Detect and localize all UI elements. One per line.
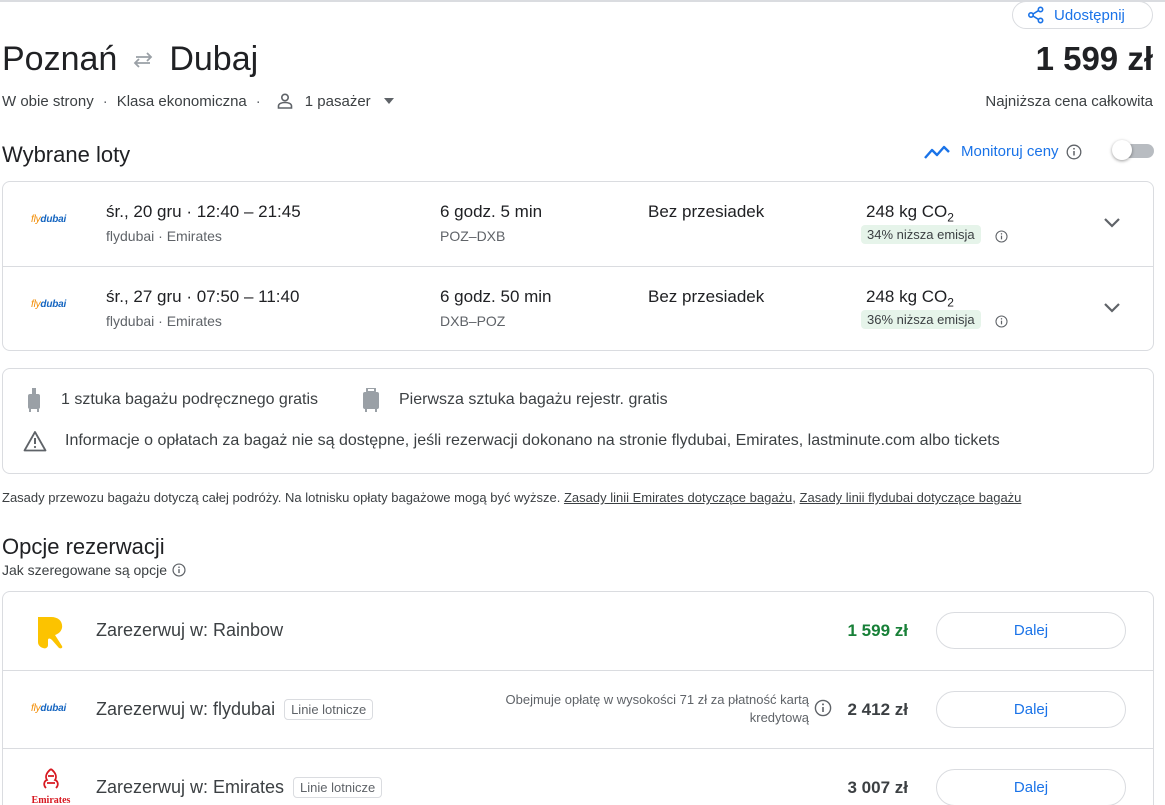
info-icon — [172, 563, 186, 577]
checked-bag-icon — [363, 388, 379, 412]
swap-arrows-icon — [134, 51, 153, 68]
selected-flights-card: flydubai śr., 20 gru · 12:40 – 21:45 fly… — [2, 181, 1154, 351]
baggage-card: 1 sztuka bagażu podręcznego gratis Pierw… — [2, 368, 1154, 474]
trip-meta: W obie strony · Klasa ekonomiczna · 1 pa… — [2, 92, 394, 110]
flight-airport-codes: DXB–POZ — [440, 313, 506, 329]
emission-badge: 34% niższa emisja — [861, 225, 981, 244]
share-label: Udostępnij — [1054, 6, 1125, 24]
passenger-selector[interactable]: 1 pasażer — [276, 92, 394, 110]
emission-badge: 36% niższa emisja — [861, 310, 981, 329]
booking-option-price: 2 412 zł — [847, 700, 909, 719]
monitor-prices[interactable]: Monitoruj ceny — [924, 143, 1082, 160]
monitor-label: Monitoruj ceny — [961, 143, 1059, 160]
info-icon[interactable] — [814, 699, 832, 717]
flight-airlines: flydubai · Emirates — [106, 313, 222, 329]
info-icon[interactable] — [1066, 144, 1082, 160]
carry-on-info: 1 sztuka bagażu podręcznego gratis — [25, 388, 318, 412]
top-divider — [0, 0, 1165, 2]
warning-icon — [23, 431, 47, 452]
person-icon — [277, 93, 293, 109]
emirates-baggage-link[interactable]: Zasady linii Emirates dotyczące bagażu — [564, 490, 792, 505]
booking-option-label: Zarezerwuj w: flydubai Linie lotnicze — [96, 699, 374, 720]
flight-airport-codes: POZ–DXB — [440, 228, 506, 244]
info-icon[interactable] — [995, 230, 1008, 243]
flight-duration: 6 godz. 50 min — [440, 287, 552, 306]
continue-button[interactable]: Dalej — [936, 691, 1126, 728]
origin-city: Poznań — [2, 40, 118, 78]
carry-on-bag-icon — [28, 388, 40, 412]
price-caption: Najniższa cena całkowita — [985, 93, 1153, 110]
total-price: 1 599 zł — [1035, 40, 1153, 77]
airline-chip: Linie lotnicze — [293, 777, 383, 798]
continue-button[interactable]: Dalej — [936, 769, 1126, 805]
booking-options-card: Zarezerwuj w: Rainbow 1 599 zł Dalej fly… — [2, 591, 1154, 805]
emirates-emblem-icon — [43, 768, 59, 789]
destination-city: Dubaj — [169, 40, 259, 78]
flight-row-outbound[interactable]: flydubai śr., 20 gru · 12:40 – 21:45 fly… — [3, 182, 1153, 266]
route-title: Poznań Dubaj — [2, 40, 258, 79]
checked-bag-info: Pierwsza sztuka bagażu rejestr. gratis — [361, 388, 668, 412]
trip-type: W obie strony — [2, 92, 94, 110]
share-button[interactable]: Udostępnij — [1012, 1, 1153, 29]
booking-option-flydubai: flydubai Zarezerwuj w: flydubai Linie lot… — [3, 670, 1153, 748]
separator-dot: · — [102, 92, 108, 110]
dropdown-caret-icon — [383, 98, 394, 104]
booking-option-label: Zarezerwuj w: Rainbow — [96, 620, 284, 640]
flight-airlines: flydubai · Emirates — [106, 228, 222, 244]
booking-option-price: 3 007 zł — [847, 778, 909, 797]
flight-co2: 248 kg CO2 — [866, 202, 954, 225]
trend-icon — [924, 145, 950, 159]
emirates-logo: Emirates — [29, 767, 73, 805]
booking-option-emirates: Emirates Zarezerwuj w: Emirates Linie lot… — [3, 748, 1153, 805]
booking-options-title: Opcje rezerwacji — [2, 534, 165, 559]
flydubai-logo: flydubai — [31, 703, 67, 714]
share-icon — [1027, 6, 1044, 24]
flight-date-time: śr., 27 gru · 07:50 – 11:40 — [106, 287, 300, 306]
flight-stops: Bez przesiadek — [648, 202, 765, 221]
chevron-down-icon[interactable] — [1103, 302, 1121, 313]
rainbow-logo — [38, 617, 63, 649]
passenger-count: 1 pasażer — [304, 92, 371, 110]
airline-chip: Linie lotnicze — [284, 699, 374, 720]
flight-co2: 248 kg CO2 — [866, 287, 954, 310]
baggage-warning: Informacje o opłatach za bagaż nie są do… — [23, 430, 1000, 452]
selected-flights-title: Wybrane loty — [2, 142, 131, 167]
monitor-toggle[interactable] — [1112, 140, 1154, 160]
continue-button[interactable]: Dalej — [936, 612, 1126, 649]
flight-date-time: śr., 20 gru · 12:40 – 21:45 — [106, 202, 301, 221]
carry-on-label: 1 sztuka bagażu podręcznego gratis — [61, 391, 319, 408]
booking-option-price: 1 599 zł — [847, 621, 909, 640]
booking-option-label: Zarezerwuj w: Emirates Linie lotnicze — [96, 777, 383, 798]
flydubai-baggage-link[interactable]: Zasady linii flydubai dotyczące bagażu — [800, 490, 1022, 505]
flight-stops: Bez przesiadek — [648, 287, 765, 306]
checked-bag-label: Pierwsza sztuka bagażu rejestr. gratis — [399, 391, 668, 408]
cabin-class: Klasa ekonomiczna — [116, 92, 247, 110]
flydubai-logo: flydubai — [31, 299, 67, 310]
separator-dot: · — [255, 92, 261, 110]
warning-label: Informacje o opłatach za bagaż nie są do… — [65, 432, 1000, 449]
flight-row-return[interactable]: flydubai śr., 27 gru · 07:50 – 11:40 fly… — [3, 266, 1153, 350]
baggage-note: Zasady przewozu bagażu dotyczą całej pod… — [2, 490, 1022, 505]
info-icon[interactable] — [995, 315, 1008, 328]
card-fee-note: Obejmuje opłatę w wysokości 71 zł za pła… — [505, 692, 809, 725]
sort-note[interactable]: Jak szeregowane są opcje — [2, 562, 186, 578]
flight-duration: 6 godz. 5 min — [440, 202, 543, 221]
booking-option-rainbow: Zarezerwuj w: Rainbow 1 599 zł Dalej — [3, 592, 1153, 670]
chevron-down-icon[interactable] — [1103, 217, 1121, 228]
flydubai-logo: flydubai — [31, 214, 67, 225]
toggle-knob — [1112, 140, 1132, 160]
